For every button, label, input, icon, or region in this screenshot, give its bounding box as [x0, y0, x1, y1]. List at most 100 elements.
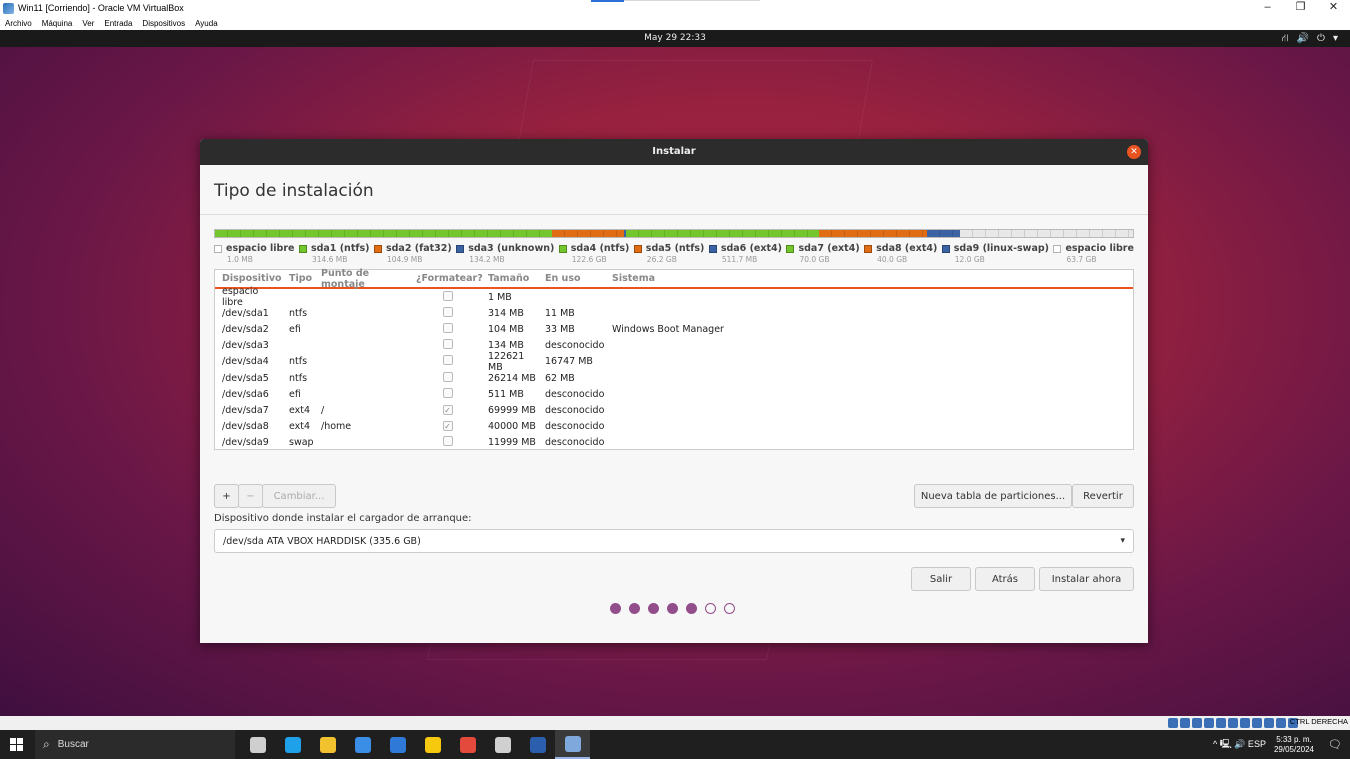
- menu-dispositivos[interactable]: Dispositivos: [142, 19, 185, 28]
- header-format[interactable]: ¿Formatear?: [413, 273, 483, 284]
- notifications-icon[interactable]: 🗨: [1328, 738, 1350, 751]
- table-row[interactable]: /dev/sda7 ext4 / ✓ 69999 MB desconocido: [215, 402, 1133, 418]
- header-mount[interactable]: Punto de montaje: [313, 268, 413, 290]
- table-row[interactable]: /dev/sda4 ntfs 122621 MB 16747 MB: [215, 351, 1133, 373]
- format-checkbox[interactable]: [442, 371, 453, 382]
- power-icon[interactable]: ⏻: [1317, 30, 1325, 47]
- header-size[interactable]: Tamaño: [482, 273, 539, 284]
- cell-format: [413, 355, 482, 368]
- table-row[interactable]: /dev/sda8 ext4/home ✓ 40000 MB desconocido: [215, 419, 1133, 435]
- cell-used: 33 MB: [545, 323, 575, 335]
- taskbar-app-button[interactable]: [450, 730, 485, 759]
- cell-used: desconocido: [545, 421, 605, 433]
- display-icon[interactable]: [1240, 718, 1250, 728]
- taskbar-app-button[interactable]: [380, 730, 415, 759]
- taskbar-clock[interactable]: 5:33 p. m. 29/05/2024: [1274, 735, 1314, 755]
- table-row[interactable]: /dev/sda9 swap 11999 MB desconocido: [215, 435, 1133, 451]
- menu-ver[interactable]: Ver: [82, 19, 94, 28]
- menu-entrada[interactable]: Entrada: [104, 19, 132, 28]
- remove-partition-button[interactable]: −: [238, 484, 263, 508]
- taskbar-app-button[interactable]: [310, 730, 345, 759]
- hdd-icon[interactable]: [1168, 718, 1178, 728]
- taskbar-search-input[interactable]: ⌕ Buscar: [35, 730, 235, 759]
- vbox-titlebar: Win11 [Corriendo] - Oracle VM VirtualBox…: [0, 0, 1350, 16]
- table-row[interactable]: /dev/sda2 efi 104 MB 33 MB Windows Boot Mana…: [215, 321, 1133, 337]
- menu-ayuda[interactable]: Ayuda: [195, 19, 218, 28]
- partition-bar-segment: [625, 230, 820, 237]
- header-used[interactable]: En uso: [539, 273, 606, 284]
- back-button[interactable]: Atrás: [975, 567, 1035, 591]
- change-partition-button[interactable]: Cambiar...: [262, 484, 336, 508]
- new-partition-table-button[interactable]: Nueva tabla de particiones...: [914, 484, 1072, 508]
- header-device[interactable]: Dispositivo: [215, 273, 282, 284]
- taskbar-app-button[interactable]: [240, 730, 275, 759]
- menu-maquina[interactable]: Máquina: [42, 19, 73, 28]
- legend-size: 12.0 GB: [954, 255, 985, 264]
- taskbar-app-button[interactable]: [485, 730, 520, 759]
- volume-icon[interactable]: 🔊: [1297, 30, 1309, 47]
- table-row[interactable]: /dev/sda5 ntfs 26214 MB 62 MB: [215, 370, 1133, 386]
- format-checkbox[interactable]: [442, 306, 453, 317]
- format-checkbox[interactable]: [442, 387, 453, 398]
- legend-item: sda6 (ext4) 511.7 MB: [708, 243, 782, 264]
- cell-used: 62 MB: [545, 372, 575, 384]
- legend-swatch: [708, 244, 717, 253]
- restore-button[interactable]: ❐: [1284, 0, 1317, 16]
- legend-label: sda4 (ntfs): [570, 243, 630, 254]
- cpu-icon[interactable]: [1264, 718, 1274, 728]
- system-tray: ^ 🖳 🔊 ESP 5:33 p. m. 29/05/2024 🗨: [1213, 730, 1350, 759]
- taskbar-time: 5:33 p. m.: [1276, 734, 1312, 744]
- shared-folder-icon[interactable]: [1228, 718, 1238, 728]
- menu-arrow-icon[interactable]: ▾: [1333, 30, 1338, 47]
- close-button[interactable]: ✕: [1317, 0, 1350, 16]
- bootloader-device-select[interactable]: /dev/sda ATA VBOX HARDDISK (335.6 GB) ▾: [214, 529, 1134, 553]
- taskbar-app-button[interactable]: [275, 730, 310, 759]
- minimize-button[interactable]: –: [1251, 0, 1284, 16]
- taskbar-app-button[interactable]: [345, 730, 380, 759]
- table-row[interactable]: espacio libre 1 MB: [215, 286, 1133, 308]
- word-icon: [529, 736, 546, 753]
- usb-icon[interactable]: [1216, 718, 1226, 728]
- legend-name: sda5 (ntfs): [633, 243, 705, 254]
- taskbar-app-button[interactable]: [520, 730, 555, 759]
- table-row[interactable]: /dev/sda1 ntfs 314 MB 11 MB: [215, 305, 1133, 321]
- cell-format: ✓: [413, 404, 482, 416]
- taskbar-apps: [240, 730, 590, 759]
- revert-button[interactable]: Revertir: [1072, 484, 1134, 508]
- sticky-notes-icon: [424, 736, 441, 753]
- taskbar-app-button[interactable]: [415, 730, 450, 759]
- header-system[interactable]: Sistema: [606, 273, 1133, 284]
- format-checkbox[interactable]: ✓: [442, 404, 453, 415]
- quit-button[interactable]: Salir: [911, 567, 971, 591]
- network-icon[interactable]: ⛙: [1282, 30, 1289, 47]
- tray-icons[interactable]: ^ 🖳 🔊 ESP: [1213, 737, 1266, 753]
- add-partition-button[interactable]: +: [214, 484, 239, 508]
- format-checkbox[interactable]: [442, 339, 453, 350]
- cell-format: [413, 436, 482, 449]
- windows-start-icon[interactable]: [10, 738, 23, 751]
- dialog-close-icon[interactable]: ✕: [1127, 145, 1141, 159]
- recording-icon[interactable]: [1252, 718, 1262, 728]
- format-checkbox[interactable]: ✓: [442, 421, 453, 432]
- legend-swatch: [1053, 244, 1062, 253]
- optical-drive-icon[interactable]: [1180, 718, 1190, 728]
- menu-archivo[interactable]: Archivo: [5, 19, 32, 28]
- topbar-clock[interactable]: May 29 22:33: [0, 30, 1350, 47]
- cell-device: /dev/sda5: [222, 372, 269, 384]
- legend-name: espacio libre: [214, 243, 294, 254]
- mouse-integration-icon[interactable]: [1276, 718, 1286, 728]
- install-now-button[interactable]: Instalar ahora: [1039, 567, 1134, 591]
- format-checkbox[interactable]: [442, 290, 453, 301]
- header-type[interactable]: Tipo: [281, 273, 313, 284]
- network-adapter-icon[interactable]: [1204, 718, 1214, 728]
- table-row[interactable]: /dev/sda3 134 MB desconocido: [215, 338, 1133, 354]
- taskbar-app-button[interactable]: [555, 730, 590, 759]
- format-checkbox[interactable]: [442, 322, 453, 333]
- table-row[interactable]: /dev/sda6 efi 511 MB desconocido: [215, 386, 1133, 402]
- progress-dot: [629, 603, 640, 614]
- legend-swatch: [298, 244, 307, 253]
- audio-icon[interactable]: [1192, 718, 1202, 728]
- format-checkbox[interactable]: [442, 355, 453, 366]
- legend-label: sda5 (ntfs): [645, 243, 705, 254]
- format-checkbox[interactable]: [442, 436, 453, 447]
